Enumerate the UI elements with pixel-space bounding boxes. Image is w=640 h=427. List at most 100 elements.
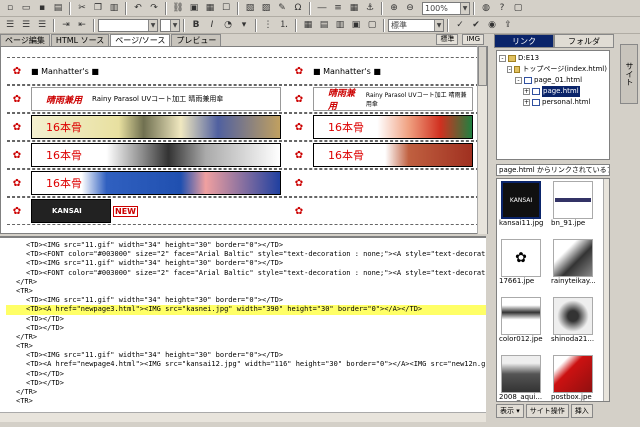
copy-icon[interactable]: ❐ — [91, 2, 105, 15]
zoom-in-icon[interactable]: ⊕ — [387, 2, 401, 15]
thumbnail-item[interactable]: 2008_aqui... — [499, 355, 547, 401]
cut-icon[interactable]: ✂ — [75, 2, 89, 15]
tree-node-page01[interactable]: - page_01.html — [499, 75, 607, 86]
tree-node-personal[interactable]: + personal.html — [499, 97, 607, 108]
table-insert-icon[interactable]: ▦ — [301, 19, 315, 32]
expand-icon[interactable]: + — [523, 99, 530, 106]
link-icon[interactable]: ⛓ — [171, 2, 185, 15]
design-row[interactable]: ✿ 16本骨 — [7, 113, 287, 141]
list-icon[interactable]: ⋮ — [261, 19, 275, 32]
tab-folders[interactable]: フォルダ — [554, 34, 614, 48]
collapse-icon[interactable]: - — [507, 66, 513, 73]
design-row[interactable]: ✿ ■ Manhatter's ■ — [289, 57, 479, 85]
undo-icon[interactable]: ↶ — [131, 2, 145, 15]
expand-icon[interactable]: + — [523, 88, 530, 95]
new-file-icon[interactable]: ▫ — [3, 2, 17, 15]
align-left-icon[interactable]: ☰ — [3, 19, 17, 32]
color-icon[interactable]: ◔ — [221, 19, 235, 32]
marquee-icon[interactable]: ≡ — [331, 2, 345, 15]
design-row[interactable]: ✿ 16本骨 — [289, 141, 479, 169]
check-icon[interactable]: ✓ — [453, 19, 467, 32]
dropdown-arrow-icon[interactable]: ▾ — [237, 19, 251, 32]
table-icon[interactable]: ▦ — [203, 2, 217, 15]
kansai-logo-image[interactable]: KANSAI — [31, 199, 111, 223]
row-insert-icon[interactable]: ▤ — [317, 19, 331, 32]
collapse-icon[interactable]: - — [499, 55, 506, 62]
design-row[interactable]: ✿ 晴雨兼用 Rainy Parasol UVコート加工 晴雨兼用傘 — [7, 85, 287, 113]
thumbnail-item[interactable]: postbox.jpe — [551, 355, 599, 401]
view-mode-standard[interactable]: 標準 — [436, 34, 459, 45]
zoom-out-icon[interactable]: ⊖ — [403, 2, 417, 15]
thumbnail-scrollbar[interactable] — [603, 179, 609, 401]
design-row[interactable]: ✿ KANSAI NEW — [7, 197, 287, 225]
numbered-list-icon[interactable]: ⒈ — [277, 19, 291, 32]
banner-image[interactable]: 晴雨兼用 Rainy Parasol UVコート加工 晴雨兼用傘 — [31, 87, 281, 111]
link-filter-select[interactable]: page.html からリンクされているファイル — [496, 164, 610, 176]
globe-icon[interactable]: ◍ — [479, 2, 493, 15]
design-row[interactable]: ✿ — [289, 169, 479, 197]
umbrella-image-5[interactable]: 16本骨 — [313, 143, 473, 167]
design-row[interactable]: ✿ 16本骨 — [7, 141, 287, 169]
spell-icon[interactable]: ✔ — [469, 19, 483, 32]
image-icon[interactable]: ▣ — [187, 2, 201, 15]
open-folder-icon[interactable]: ▭ — [19, 2, 33, 15]
zoom-combo[interactable]: 100% ▼ — [422, 1, 470, 15]
hr-icon[interactable]: ― — [315, 2, 329, 15]
design-view[interactable]: ✿ ■ Manhatter's ■ ✿ 晴雨兼用 Rainy Parasol U… — [0, 46, 488, 234]
paste-icon[interactable]: ▥ — [107, 2, 121, 15]
insert-button[interactable]: 挿入 — [570, 404, 593, 418]
italic-button[interactable]: I — [205, 19, 219, 32]
design-row[interactable]: ✿ 晴雨兼用 Rainy Parasol UVコート加工 晴雨兼用傘 — [289, 85, 479, 113]
umbrella-image-3[interactable]: 16本骨 — [31, 171, 281, 195]
thumbnail-item[interactable]: KANSAI kansai11.jpg — [499, 181, 547, 228]
thumbnail-item[interactable]: bn_91.jpe — [551, 181, 599, 228]
scroll-thumb[interactable] — [478, 46, 487, 86]
tab-html-source[interactable]: HTML ソース — [50, 34, 110, 46]
window-icon[interactable]: ▢ — [511, 2, 525, 15]
bold-button[interactable]: B — [189, 19, 203, 32]
tab-links[interactable]: リンク — [494, 34, 554, 48]
tab-preview[interactable]: プレビュー — [171, 34, 222, 46]
align-center-icon[interactable]: ☰ — [19, 19, 33, 32]
outdent-icon[interactable]: ⇤ — [75, 19, 89, 32]
grid-icon[interactable]: ▦ — [347, 2, 361, 15]
paragraph-combo[interactable]: ▼ — [98, 18, 158, 32]
design-row[interactable]: ✿ — [289, 197, 479, 225]
save-icon[interactable]: ▪ — [35, 2, 49, 15]
site-operation-button[interactable]: サイト操作 — [525, 404, 569, 418]
redo-icon[interactable]: ↷ — [147, 2, 161, 15]
form-icon[interactable]: ☐ — [219, 2, 233, 15]
symbol-icon[interactable]: Ω — [291, 2, 305, 15]
collapse-icon[interactable]: - — [515, 77, 522, 84]
thumbnail-item[interactable]: shinoda21... — [551, 297, 599, 344]
tree-node-page[interactable]: + page.html — [499, 86, 607, 97]
split-icon[interactable]: ▢ — [365, 19, 379, 32]
tree-node-root[interactable]: - D:E13 — [499, 53, 607, 64]
print-icon[interactable]: ▤ — [51, 2, 65, 15]
umbrella-image-4[interactable]: 16本骨 — [313, 115, 473, 139]
umbrella-image-1[interactable]: 16本骨 — [31, 115, 281, 139]
help-icon[interactable]: ? — [495, 2, 509, 15]
preview-icon[interactable]: ◉ — [485, 19, 499, 32]
indent-icon[interactable]: ⇥ — [59, 19, 73, 32]
view-mode-img[interactable]: IMG — [462, 34, 484, 45]
design-row[interactable]: ✿ ■ Manhatter's ■ — [7, 57, 287, 85]
tab-page-source[interactable]: ページ/ソース — [110, 34, 171, 46]
layer-icon[interactable]: ▨ — [259, 2, 273, 15]
anchor-icon[interactable]: ⚓ — [363, 2, 377, 15]
frame-icon[interactable]: ▧ — [243, 2, 257, 15]
thumbnail-list[interactable]: KANSAI kansai11.jpg bn_91.jpe ✿ 17661.jp… — [496, 178, 610, 402]
publish-icon[interactable]: ⇪ — [501, 19, 515, 32]
tab-page-edit[interactable]: ページ編集 — [0, 34, 50, 46]
col-insert-icon[interactable]: ▥ — [333, 19, 347, 32]
script-icon[interactable]: ✎ — [275, 2, 289, 15]
design-row[interactable]: ✿ 16本骨 — [289, 113, 479, 141]
view-button[interactable]: 表示 ▾ — [496, 404, 524, 418]
side-tab-site[interactable]: サイト — [620, 44, 638, 104]
size-combo[interactable]: ▼ — [160, 18, 180, 32]
banner-image[interactable]: 晴雨兼用 Rainy Parasol UVコート加工 晴雨兼用傘 — [313, 87, 473, 111]
thumbnail-item[interactable]: ✿ 17661.jpe — [499, 239, 547, 286]
source-view[interactable]: <TD><IMG src="11.gif" width="34" height=… — [0, 236, 486, 422]
design-scrollbar[interactable] — [477, 46, 487, 234]
tree-node-top[interactable]: - トップページ(index.html) — [499, 64, 607, 75]
